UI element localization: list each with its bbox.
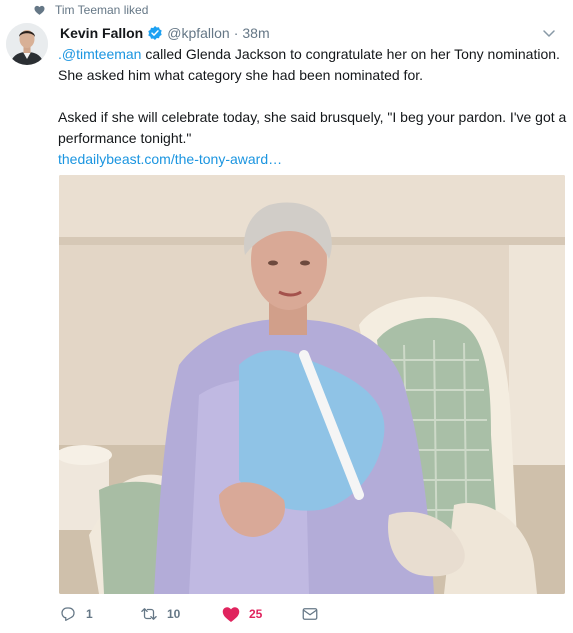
verified-badge-icon xyxy=(148,26,162,40)
tweet-photo[interactable] xyxy=(59,175,565,594)
retweet-button[interactable]: 10 xyxy=(140,605,180,623)
retweet-icon xyxy=(141,608,157,620)
tweet-timestamp[interactable]: 38m xyxy=(242,25,269,41)
avatar[interactable] xyxy=(6,23,48,65)
mention-link[interactable]: .@timteeman xyxy=(58,46,141,62)
retweet-count: 10 xyxy=(167,607,181,621)
tweet-paragraph-2: Asked if she will celebrate today, she s… xyxy=(58,109,567,146)
reply-button[interactable]: 1 xyxy=(59,605,93,623)
reply-icon xyxy=(61,607,75,622)
separator: · xyxy=(233,25,239,41)
article-link[interactable]: thedailybeast.com/the-tony-award… xyxy=(58,151,282,167)
tweet-paragraph-1: .@timteeman called Glenda Jackson to con… xyxy=(58,44,568,86)
heart-icon xyxy=(34,5,45,15)
social-context-text: Tim Teeman liked xyxy=(55,3,149,17)
social-context: Tim Teeman liked xyxy=(34,0,148,20)
tweet-header: Kevin Fallon @kpfallon · 38m xyxy=(60,22,557,44)
like-count: 25 xyxy=(249,607,263,621)
chevron-down-icon[interactable] xyxy=(541,25,557,41)
direct-message-button[interactable] xyxy=(301,605,319,623)
author-handle[interactable]: @kpfallon xyxy=(167,25,229,41)
author-name[interactable]: Kevin Fallon xyxy=(60,25,143,41)
photo-image xyxy=(59,175,565,594)
tweet-text: .@timteeman called Glenda Jackson to con… xyxy=(58,44,568,170)
reply-count: 1 xyxy=(86,607,93,621)
avatar-image xyxy=(6,23,48,65)
like-icon xyxy=(222,607,240,622)
direct-message-icon xyxy=(302,608,318,620)
like-button[interactable]: 25 xyxy=(222,605,262,623)
